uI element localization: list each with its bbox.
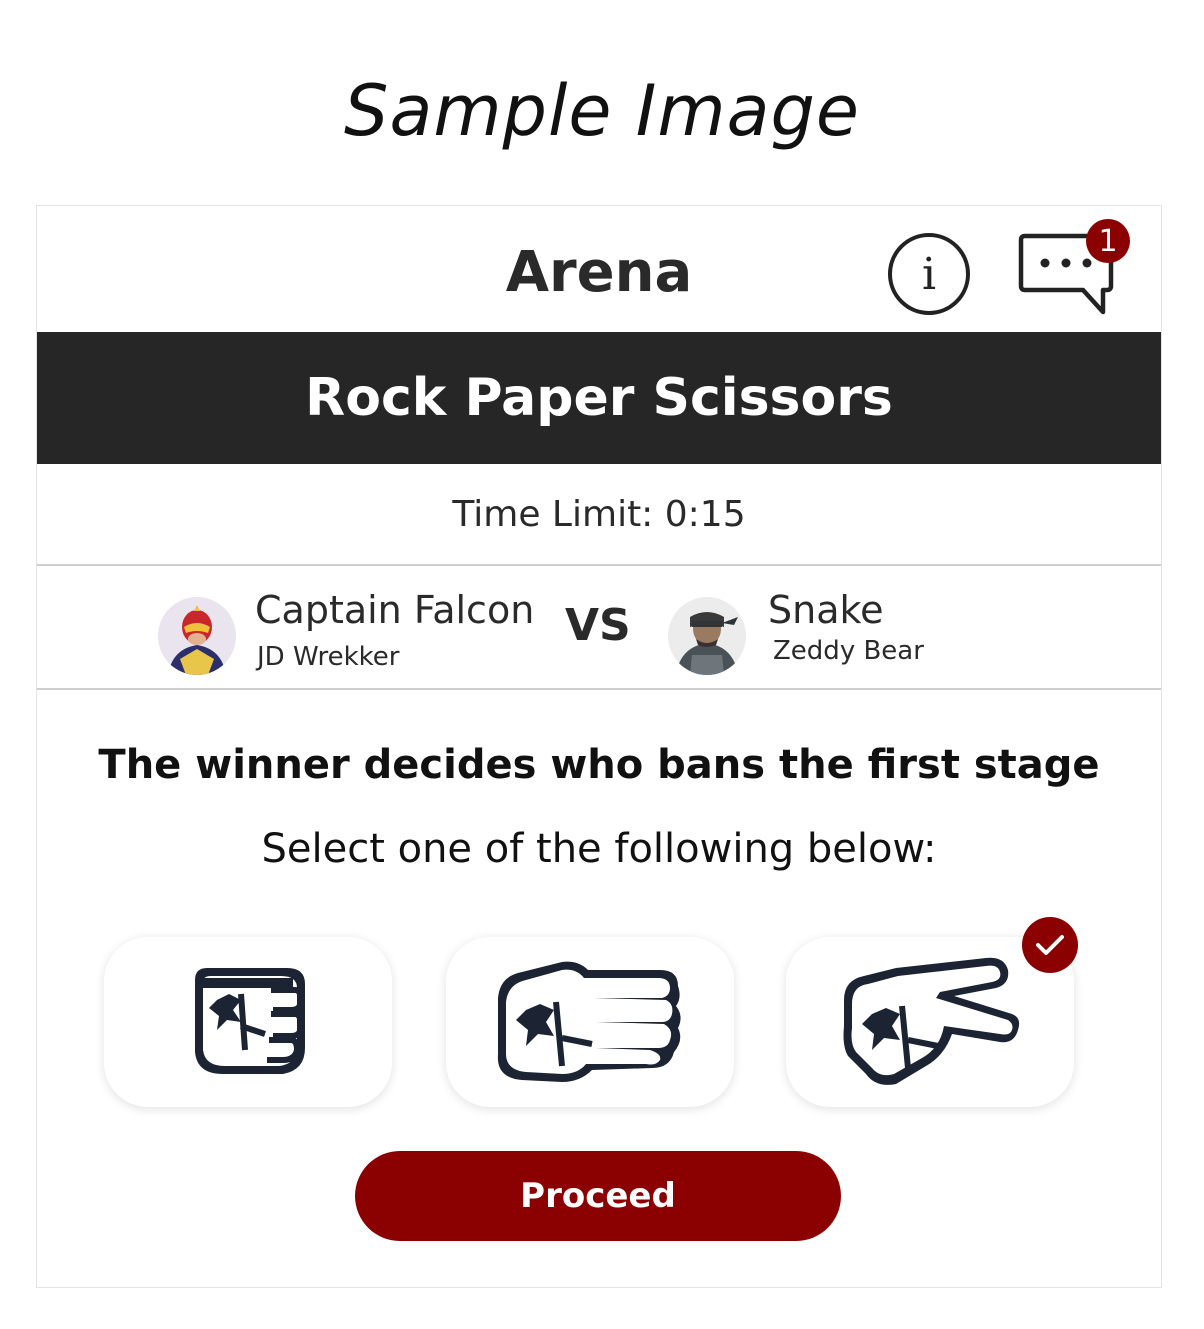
player1-tag: JD Wrekker	[257, 642, 400, 672]
info-button[interactable]: i	[888, 233, 970, 315]
snake-avatar	[668, 597, 746, 675]
top-bar: Arena i 1	[37, 206, 1161, 332]
player2-character: Snake	[768, 588, 884, 632]
info-icon: i	[921, 248, 937, 300]
rock-fist-icon	[195, 968, 305, 1074]
proceed-button[interactable]: Proceed	[355, 1151, 841, 1241]
time-limit: Time Limit: 0:15	[37, 464, 1161, 566]
app-frame: Arena i 1 Rock Paper Scissors Time Limit…	[36, 205, 1162, 1288]
selected-check-icon	[1022, 917, 1078, 973]
rock-choice-button[interactable]	[104, 937, 392, 1107]
captain-falcon-avatar	[158, 597, 236, 675]
paper-choice-button[interactable]	[446, 937, 734, 1107]
chat-notification-badge: 1	[1086, 219, 1130, 263]
prompt-heading: The winner decides who bans the first st…	[98, 742, 1100, 788]
matchup-row: Captain Falcon JD Wrekker VS Snake Zeddy…	[37, 566, 1161, 690]
app-title: Arena	[505, 240, 693, 305]
paper-hand-icon	[497, 961, 681, 1082]
player1-character: Captain Falcon	[255, 588, 535, 632]
sample-caption: Sample Image	[344, 70, 860, 152]
prompt-subheading: Select one of the following below:	[261, 826, 937, 872]
scissors-hand-icon	[843, 957, 1020, 1085]
vs-label: VS	[565, 600, 631, 651]
player2-tag: Zeddy Bear	[773, 636, 924, 666]
game-mode-banner: Rock Paper Scissors	[37, 332, 1161, 464]
